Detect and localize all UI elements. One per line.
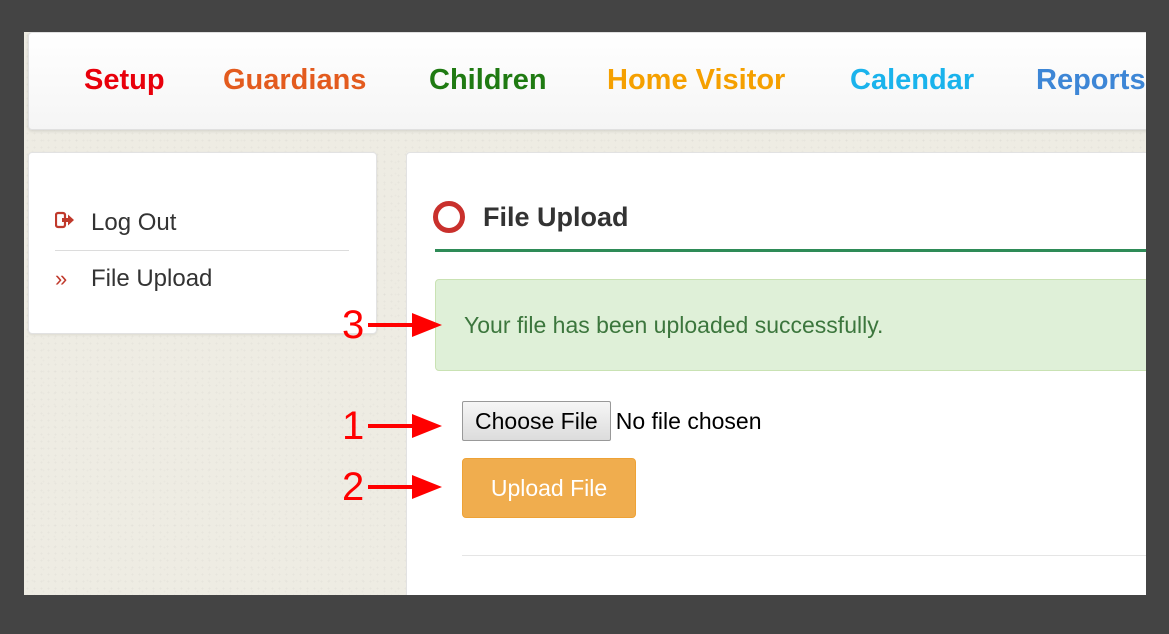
title-underline [435,249,1146,252]
annotation-number: 1 [342,404,365,448]
form-divider [462,555,1146,556]
choose-file-button[interactable]: Choose File [462,401,611,441]
alert-message: Your file has been uploaded successfully… [464,311,884,338]
sidebar-divider [55,250,349,251]
page-title: File Upload [483,201,629,232]
nav-calendar[interactable]: Calendar [850,63,974,97]
annotation-arrow-icon [368,414,442,438]
nav-setup[interactable]: Setup [84,63,165,97]
sidebar: Log Out » File Upload [28,152,377,334]
circle-outline-icon [433,201,465,233]
app-viewport: Setup Guardians Children Home Visitor Ca… [24,32,1146,595]
main-panel: File Upload Your file has been uploaded … [406,152,1146,595]
sidebar-item-label: File Upload [91,265,213,292]
annotation-arrow-icon [368,313,442,337]
sidebar-item-file-upload[interactable]: » File Upload [55,259,349,299]
annotation-arrow-icon [368,475,442,499]
sign-out-icon [54,211,81,235]
file-status-text: No file chosen [615,407,762,434]
top-navigation-bar: Setup Guardians Children Home Visitor Ca… [28,32,1146,130]
double-chevron-right-icon: » [55,266,68,291]
annotation-number: 2 [342,465,365,509]
nav-guardians[interactable]: Guardians [223,63,366,97]
page-header: File Upload [433,197,629,237]
nav-reports[interactable]: Reports [1036,63,1146,97]
nav-children[interactable]: Children [429,63,547,97]
nav-home-visitor[interactable]: Home Visitor [607,63,785,97]
upload-file-button[interactable]: Upload File [462,458,636,518]
annotation-number: 3 [342,303,365,347]
success-alert: Your file has been uploaded successfully… [435,279,1146,371]
sidebar-item-label: Log Out [91,209,177,236]
file-input[interactable]: Choose File No file chosen [462,401,761,441]
sidebar-item-log-out[interactable]: Log Out [54,203,349,243]
